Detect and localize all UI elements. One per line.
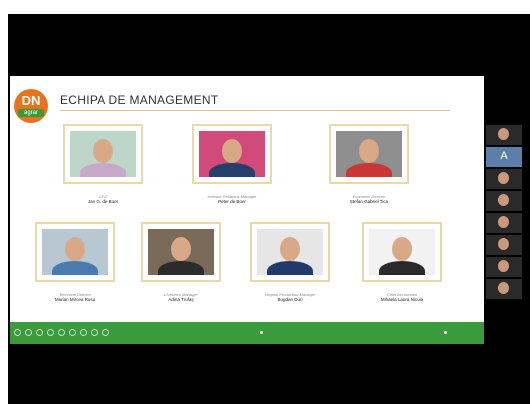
browser-top-bar — [0, 0, 530, 14]
previous-slide-icon[interactable] — [14, 329, 21, 336]
team-member-economic-director: Economic Director Ștefan Gabriel Tica — [314, 124, 424, 205]
member-name: Marian Mircea Rusu — [54, 297, 96, 302]
member-name: Peter de Boer — [218, 199, 246, 204]
more-options-icon[interactable] — [69, 329, 76, 336]
member-name: Mihaela Laura Nicula — [380, 297, 424, 302]
team-member-livestock-manager: Livestock Manager Adina Trufaș — [126, 222, 236, 303]
participant-tile[interactable] — [486, 191, 522, 211]
slide-progress-dot — [444, 331, 447, 334]
member-name: Adina Trufaș — [168, 297, 194, 302]
person-photo — [336, 131, 402, 177]
slide-control-bar — [10, 322, 484, 344]
presentation-slide: DN agrar ECHIPA DE MANAGEMENT CEO Jan G.… — [10, 76, 484, 344]
photo-frame — [362, 222, 442, 282]
team-member-vegetal-production-manager: Vegetal Production Manager Bogdan Duri — [235, 222, 345, 303]
person-photo — [70, 131, 136, 177]
photo-frame — [329, 124, 409, 184]
subtitles-icon[interactable] — [80, 329, 87, 336]
participant-tile[interactable]: A — [486, 147, 522, 167]
person-photo — [369, 229, 435, 275]
team-member-ceo: CEO Jan G. de Boer — [48, 124, 158, 205]
member-name: Ștefan Gabriel Tica — [349, 199, 389, 204]
photo-frame — [192, 124, 272, 184]
person-photo — [199, 131, 265, 177]
member-name: Bogdan Duri — [277, 297, 303, 302]
participant-tile[interactable] — [486, 257, 522, 277]
slide-progress-dot — [260, 331, 263, 334]
team-member-investor-relations: Investor Relations Manager Peter de Boer — [177, 124, 287, 205]
photo-frame — [35, 222, 115, 282]
title-divider — [60, 110, 450, 111]
participant-avatar-letter: A — [500, 150, 508, 162]
member-name: Jan G. de Boer — [87, 199, 119, 204]
zoom-icon[interactable] — [58, 329, 65, 336]
participant-tile[interactable] — [486, 279, 522, 299]
pen-icon[interactable] — [36, 329, 43, 336]
team-member-technical-director: Technical Director Marian Mircea Rusu — [20, 222, 130, 303]
logo-text: DN — [21, 93, 41, 108]
photo-frame — [63, 124, 143, 184]
team-member-chief-accountant: Chief Accountant Mihaela Laura Nicula — [347, 222, 457, 303]
next-slide-icon[interactable] — [25, 329, 32, 336]
logo-subtext: agrar — [18, 109, 44, 117]
person-photo — [257, 229, 323, 275]
participants-panel: A — [486, 125, 522, 301]
photo-frame — [141, 222, 221, 282]
person-photo — [148, 229, 214, 275]
pointer-icon[interactable] — [91, 329, 98, 336]
participant-tile[interactable] — [486, 235, 522, 255]
photo-frame — [250, 222, 330, 282]
participant-tile[interactable] — [486, 169, 522, 189]
company-logo: DN agrar — [14, 89, 48, 123]
person-photo — [42, 229, 108, 275]
participant-tile[interactable] — [486, 213, 522, 233]
slide-title: ECHIPA DE MANAGEMENT — [60, 93, 219, 107]
participant-tile[interactable] — [486, 125, 522, 145]
settings-icon[interactable] — [102, 329, 109, 336]
slides-grid-icon[interactable] — [47, 329, 54, 336]
